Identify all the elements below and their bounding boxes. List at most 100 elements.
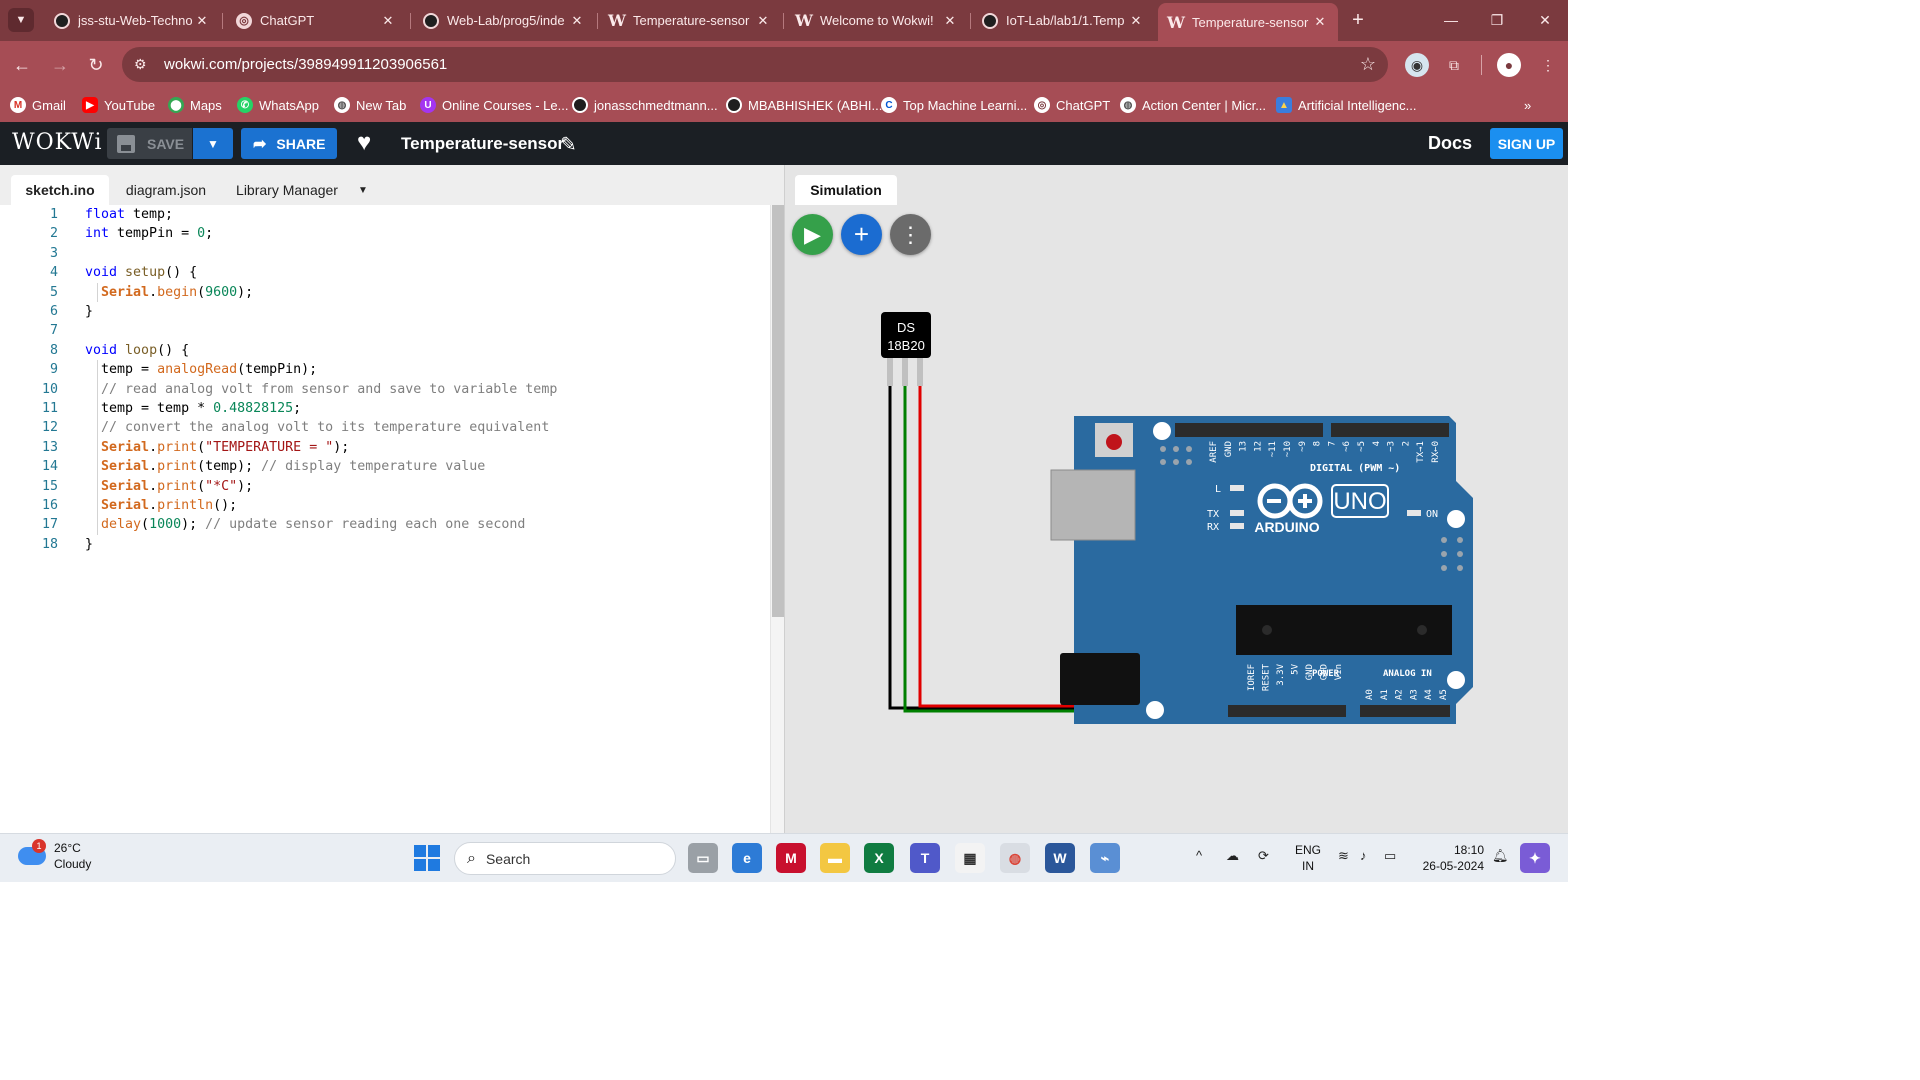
code-line[interactable]: 3 [0, 244, 770, 263]
code-text[interactable]: } [85, 302, 93, 321]
code-line[interactable]: 5 Serial.begin(9600); [0, 283, 770, 302]
bookmark-item[interactable]: ⬤ Maps [168, 95, 222, 115]
code-text[interactable]: // convert the analog volt to its temper… [85, 418, 549, 437]
code-line[interactable]: 7 [0, 321, 770, 340]
browser-tab[interactable]: Web-Lab/prog5/inde ✕ [413, 6, 595, 35]
code-line[interactable]: 8 void loop() { [0, 341, 770, 360]
code-line[interactable]: 6} [0, 302, 770, 321]
language-indicator[interactable]: ENG IN [1294, 842, 1322, 874]
code-line[interactable]: 15 Serial.print("*C"); [0, 477, 770, 496]
tab-library-manager[interactable]: Library Manager [225, 175, 349, 205]
save-button[interactable]: SAVE [107, 128, 192, 159]
excel-icon[interactable]: X [864, 843, 894, 873]
close-icon[interactable]: ✕ [192, 13, 212, 29]
word-icon[interactable]: W [1045, 843, 1075, 873]
battery-icon[interactable]: ▭ [1384, 848, 1396, 864]
code-text[interactable]: Serial.begin(9600); [85, 283, 253, 302]
code-text[interactable]: Serial.println(); [85, 496, 237, 515]
code-text[interactable]: delay(1000); // update sensor reading ea… [85, 515, 525, 534]
monitor-app-icon[interactable]: ⌁ [1090, 843, 1120, 873]
code-text[interactable]: } [85, 535, 93, 554]
code-text[interactable]: Serial.print("*C"); [85, 477, 253, 496]
task-view-icon[interactable]: ▭ [688, 843, 718, 873]
bookmark-item[interactable]: U Online Courses - Le... [420, 95, 568, 115]
wifi-icon[interactable]: ≋ [1338, 848, 1349, 864]
tab-sketch-ino[interactable]: sketch.ino [11, 175, 109, 205]
weather-widget[interactable]: 1 26°C Cloudy [18, 839, 91, 872]
close-icon[interactable]: ✕ [1126, 13, 1146, 29]
minimize-button[interactable]: — [1436, 8, 1466, 32]
code-text[interactable]: temp = analogRead(tempPin); [85, 360, 317, 379]
pencil-icon[interactable]: ✎ [560, 132, 577, 157]
bell-icon[interactable]: 🔔︎ [1492, 848, 1509, 864]
close-icon[interactable]: ✕ [378, 13, 398, 29]
share-button[interactable]: ➦ SHARE [241, 128, 337, 159]
code-text[interactable]: void loop() { [85, 341, 189, 360]
close-icon[interactable]: ✕ [753, 13, 773, 29]
url-text[interactable]: wokwi.com/projects/398949911203906561 [164, 56, 447, 73]
code-line[interactable]: 11 temp = temp * 0.48828125; [0, 399, 770, 418]
signup-button[interactable]: SIGN UP [1490, 128, 1563, 159]
code-text[interactable]: Serial.print(temp); // display temperatu… [85, 457, 485, 476]
browser-tab[interactable]: W Temperature-sensor ✕ [599, 6, 781, 35]
bookmark-item[interactable]: C Top Machine Learni... [881, 95, 1027, 115]
code-text[interactable]: float temp; [85, 205, 173, 224]
docs-link[interactable]: Docs [1428, 133, 1472, 154]
browser-tab[interactable]: ◎ ChatGPT ✕ [226, 6, 406, 35]
editor-scrollbar[interactable] [770, 205, 785, 833]
arduino-uno-board[interactable]: UNO ARDUINO L TX RX ON DIGITAL (PWM ~) P… [1050, 416, 1473, 724]
puzzle-icon[interactable]: ⧉ [1442, 53, 1466, 77]
code-line[interactable]: 12 // convert the analog volt to its tem… [0, 418, 770, 437]
teams-icon[interactable]: T [910, 843, 940, 873]
close-window-button[interactable]: ✕ [1530, 8, 1560, 32]
restore-button[interactable]: ❐ [1482, 8, 1512, 32]
code-area[interactable]: 1 float temp; 2 int tempPin = 0; 3 4 void setu… [0, 205, 770, 833]
close-icon[interactable]: ✕ [1310, 14, 1330, 30]
bookmark-item[interactable]: ▶ YouTube [82, 95, 155, 115]
code-text[interactable]: int tempPin = 0; [85, 224, 213, 243]
save-options-button[interactable]: ▼ [193, 128, 233, 159]
file-explorer-icon[interactable]: ▬ [820, 843, 850, 873]
bookmark-item[interactable]: ◍ New Tab [334, 95, 406, 115]
code-line[interactable]: 10 // read analog volt from sensor and s… [0, 380, 770, 399]
reload-button[interactable]: ↻ [84, 53, 108, 77]
code-line[interactable]: 17 delay(1000); // update sensor reading… [0, 515, 770, 534]
bookmark-item[interactable]: ▲ Artificial Intelligenc... [1276, 95, 1417, 115]
close-icon[interactable]: ✕ [940, 13, 960, 29]
address-bar[interactable]: ⚙ wokwi.com/projects/398949911203906561 … [122, 47, 1388, 82]
browser-tab[interactable]: W Welcome to Wokwi! ✕ [786, 6, 968, 35]
extension-icon[interactable]: ◉ [1405, 53, 1429, 77]
browser-tab[interactable]: IoT-Lab/lab1/1.Temp ✕ [972, 6, 1154, 35]
code-line[interactable]: 16 Serial.println(); [0, 496, 770, 515]
code-line[interactable]: 13 Serial.print("TEMPERATURE = "); [0, 438, 770, 457]
heart-icon[interactable]: ♥ [357, 129, 371, 157]
code-line[interactable]: 9 temp = analogRead(tempPin); [0, 360, 770, 379]
bookmark-item[interactable]: ◍ Action Center | Micr... [1120, 95, 1266, 115]
tab-diagram-json[interactable]: diagram.json [115, 175, 217, 205]
wokwi-logo[interactable]: WOKWi [12, 130, 103, 155]
code-text[interactable]: // read analog volt from sensor and save… [85, 380, 557, 399]
code-text[interactable]: void setup() { [85, 263, 197, 282]
tab-search-button[interactable]: ▼ [8, 8, 34, 32]
code-line[interactable]: 14 Serial.print(temp); // display temper… [0, 457, 770, 476]
bookmark-star-icon[interactable]: ☆ [1360, 54, 1376, 75]
site-info-icon[interactable]: ⚙ [134, 56, 154, 73]
browser-tab[interactable]: jss-stu-Web-Technolo ✕ [44, 6, 220, 35]
close-icon[interactable]: ✕ [567, 13, 587, 29]
bookmark-item[interactable]: ✆ WhatsApp [237, 95, 319, 115]
code-text[interactable]: Serial.print("TEMPERATURE = "); [85, 438, 349, 457]
volume-icon[interactable]: ♪ [1360, 848, 1367, 863]
code-line[interactable]: 1 float temp; [0, 205, 770, 224]
bookmark-item[interactable]: MBABHISHEK (ABHI... [726, 95, 882, 115]
onedrive-icon[interactable]: ☁ [1226, 848, 1239, 864]
bookmark-item[interactable]: M Gmail [10, 95, 66, 115]
code-line[interactable]: 4 void setup() { [0, 263, 770, 282]
start-button[interactable] [412, 843, 442, 873]
sync-icon[interactable]: ⟳ [1258, 848, 1269, 864]
edge-icon[interactable]: e [732, 843, 762, 873]
ds18b20-sensor[interactable]: DS 18B20 [881, 312, 931, 386]
tab-overflow-menu[interactable]: ▼ [352, 175, 374, 205]
bookmark-item[interactable]: jonasschmedtmann... [572, 95, 718, 115]
code-line[interactable]: 2 int tempPin = 0; [0, 224, 770, 243]
mcafee-icon[interactable]: M [776, 843, 806, 873]
